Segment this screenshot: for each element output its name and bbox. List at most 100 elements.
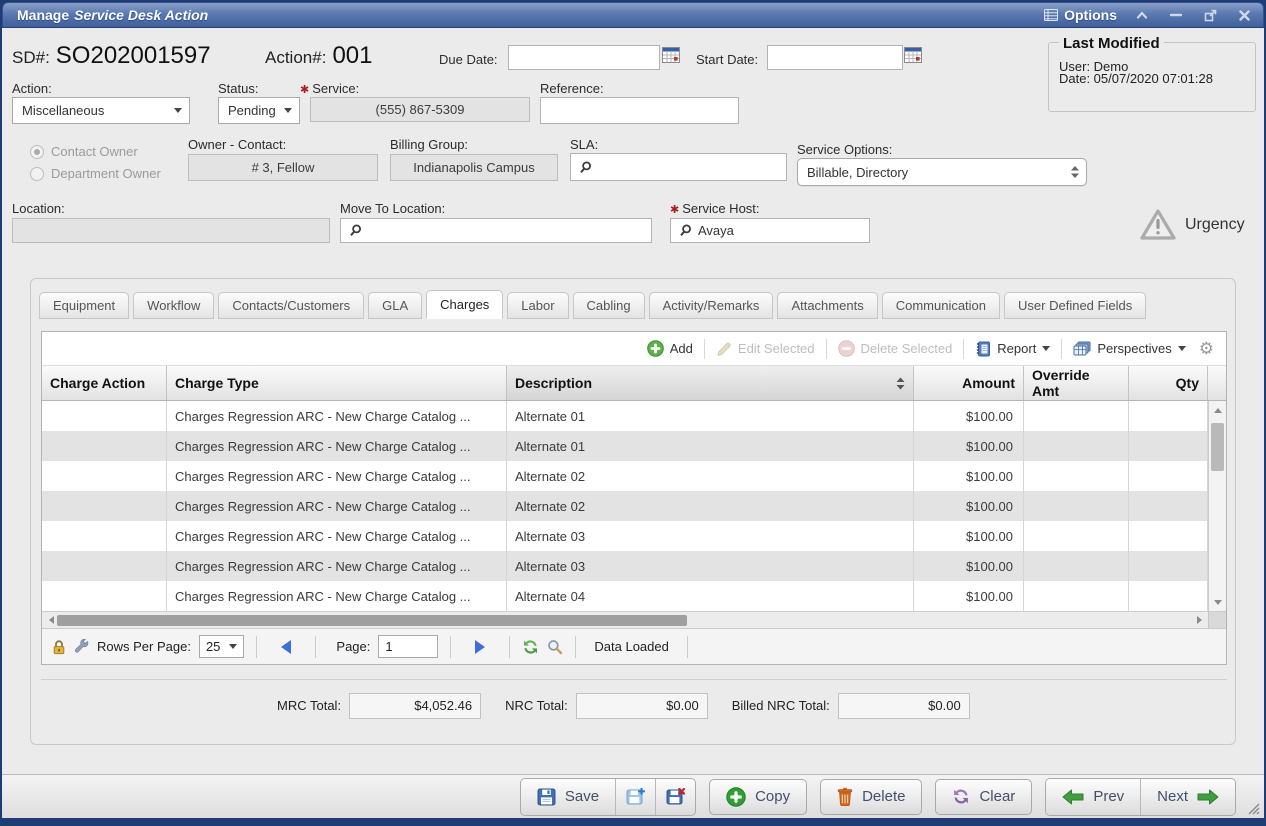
arrow-right-icon [1197,789,1219,805]
cell-qty [1129,551,1208,581]
horizontal-scrollbar[interactable] [42,611,1226,628]
column-header-description[interactable]: Description [507,366,914,400]
cell-override-amt [1024,521,1129,551]
move-to-location-search-input[interactable] [340,218,652,243]
minimize-icon[interactable] [1167,7,1185,23]
table-row[interactable]: Charges Regression ARC - New Charge Cata… [42,521,1208,551]
action-number-value: 001 [332,42,372,70]
cell-charge-action [42,401,167,431]
close-icon[interactable] [1235,7,1253,23]
scrollbar-corner [1208,612,1226,628]
perspectives-layers-icon [1073,341,1091,357]
due-date-input[interactable] [508,45,660,70]
edit-selected-button[interactable]: Edit Selected [709,341,822,357]
page-input[interactable]: 1 [378,635,438,658]
collapse-icon[interactable] [1133,7,1151,23]
location-field [12,218,330,243]
previous-page-arrow[interactable] [281,640,291,654]
action-select[interactable]: Miscellaneous [12,97,190,124]
required-icon: ✱ [670,204,679,216]
clear-button[interactable]: Clear [935,779,1032,815]
sort-icon [896,377,905,390]
save-and-add-button[interactable] [615,779,655,815]
column-header-qty[interactable]: Qty [1129,366,1208,400]
report-button[interactable]: Report [968,341,1057,357]
table-row[interactable]: Charges Regression ARC - New Charge Cata… [42,551,1208,581]
cell-description: Alternate 02 [507,461,914,491]
due-date-calendar-icon[interactable] [662,46,680,63]
resize-grip[interactable] [1246,801,1260,815]
table-body: Charges Regression ARC - New Charge Cata… [42,401,1208,611]
search-icon [679,224,692,237]
column-header-amount[interactable]: Amount [914,366,1024,400]
charges-grid: Add Edit Selected Delete Selected [41,331,1227,665]
refresh-icon[interactable] [522,639,539,655]
tab-equipment[interactable]: Equipment [39,292,129,319]
options-button[interactable]: Options [1044,7,1117,23]
column-header-charge-type[interactable]: Charge Type [167,366,507,400]
billing-group-label: Billing Group: [390,137,468,152]
column-header-override-amt[interactable]: Override Amt [1024,366,1129,400]
vertical-scrollbar[interactable] [1208,401,1226,611]
tab-contacts-customers[interactable]: Contacts/Customers [218,292,364,319]
cell-description: Alternate 03 [507,521,914,551]
cell-qty [1129,521,1208,551]
status-select[interactable]: Pending [218,97,300,124]
vertical-scroll-thumb[interactable] [1211,423,1224,471]
table-row[interactable]: Charges Regression ARC - New Charge Cata… [42,431,1208,461]
tab-attachments[interactable]: Attachments [777,292,877,319]
tab-user-defined-fields[interactable]: User Defined Fields [1004,292,1146,319]
tab-gla[interactable]: GLA [368,292,422,319]
save-button[interactable]: Save [521,779,615,815]
scroll-up-arrow[interactable] [1209,403,1226,417]
service-options-label: Service Options: [797,142,892,157]
scroll-down-arrow[interactable] [1209,595,1226,609]
cell-amount: $100.00 [914,551,1024,581]
urgency-indicator[interactable]: Urgency [1139,208,1245,241]
wrench-icon[interactable] [74,639,89,654]
horizontal-scroll-thumb[interactable] [57,615,687,626]
contact-owner-radio: Contact Owner [30,144,138,159]
scroll-right-arrow[interactable] [1192,612,1206,628]
tab-cabling[interactable]: Cabling [573,292,645,319]
tab-activity-remarks[interactable]: Activity/Remarks [649,292,774,319]
reference-label: Reference: [540,81,604,96]
save-and-close-button[interactable] [655,779,695,815]
table-row[interactable]: Charges Regression ARC - New Charge Cata… [42,461,1208,491]
next-page-arrow[interactable] [475,640,485,654]
service-options-select[interactable]: Billable, Directory [797,158,1087,186]
column-header-charge-action[interactable]: Charge Action [42,366,167,400]
gear-icon[interactable]: ⚙ [1197,340,1216,357]
popout-icon[interactable] [1201,7,1219,23]
delete-selected-button[interactable]: Delete Selected [831,340,960,357]
table-row[interactable]: Charges Regression ARC - New Charge Cata… [42,491,1208,521]
cell-charge-type: Charges Regression ARC - New Charge Cata… [167,401,507,431]
add-button[interactable]: Add [640,340,700,357]
sla-search-input[interactable] [570,153,787,181]
scroll-left-arrow[interactable] [44,612,58,628]
copy-button[interactable]: Copy [709,779,807,815]
cell-amount: $100.00 [914,401,1024,431]
start-date-input[interactable] [767,45,903,70]
reference-input[interactable] [540,97,739,124]
tab-labor[interactable]: Labor [507,292,568,319]
cell-charge-action [42,581,167,611]
start-date-calendar-icon[interactable] [904,46,922,63]
radio-icon [30,167,44,181]
delete-button[interactable]: Delete [820,779,922,815]
search-icon[interactable] [547,639,563,655]
table-row[interactable]: Charges Regression ARC - New Charge Cata… [42,581,1208,611]
cell-override-amt [1024,551,1129,581]
cell-description: Alternate 03 [507,551,914,581]
prev-button[interactable]: Prev [1046,779,1140,815]
tab-workflow[interactable]: Workflow [133,292,214,319]
table-row[interactable]: Charges Regression ARC - New Charge Cata… [42,401,1208,431]
service-host-search-input[interactable]: Avaya [670,218,870,243]
tab-communication[interactable]: Communication [882,292,1000,319]
perspectives-button[interactable]: Perspectives [1066,341,1192,357]
cell-amount: $100.00 [914,461,1024,491]
next-button[interactable]: Next [1140,779,1235,815]
tab-charges[interactable]: Charges [426,290,503,319]
rows-per-page-select[interactable]: 25 [199,635,244,658]
lock-icon[interactable] [52,639,66,655]
